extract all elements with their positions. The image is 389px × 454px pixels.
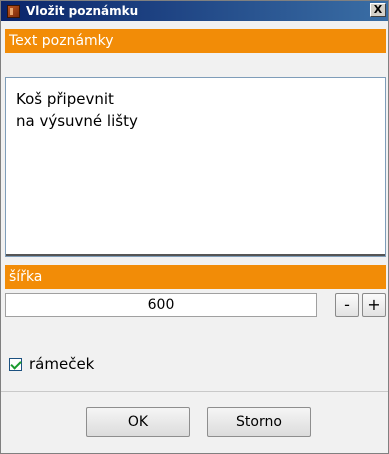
frame-checkbox[interactable]: [9, 357, 22, 371]
decrement-button[interactable]: -: [335, 293, 359, 317]
note-textarea[interactable]: Koš připevnit na výsuvné lišty: [5, 77, 386, 257]
dialog-window: Vložit poznámku X Text poznámky Koš přip…: [0, 0, 389, 454]
note-header: Text poznámky: [5, 29, 386, 53]
ok-button[interactable]: OK: [86, 407, 190, 437]
frame-checkbox-label[interactable]: rámeček: [29, 355, 94, 373]
window-title: Vložit poznámku: [26, 4, 139, 18]
width-header: šířka: [5, 265, 386, 289]
frame-checkbox-row[interactable]: rámeček: [9, 355, 94, 373]
divider: [1, 391, 388, 392]
app-icon: [7, 4, 20, 18]
title-bar[interactable]: Vložit poznámku X: [1, 1, 388, 21]
cancel-button[interactable]: Storno: [207, 407, 311, 437]
close-button[interactable]: X: [370, 3, 386, 17]
width-input[interactable]: 600: [5, 293, 317, 317]
increment-button[interactable]: +: [362, 293, 386, 317]
